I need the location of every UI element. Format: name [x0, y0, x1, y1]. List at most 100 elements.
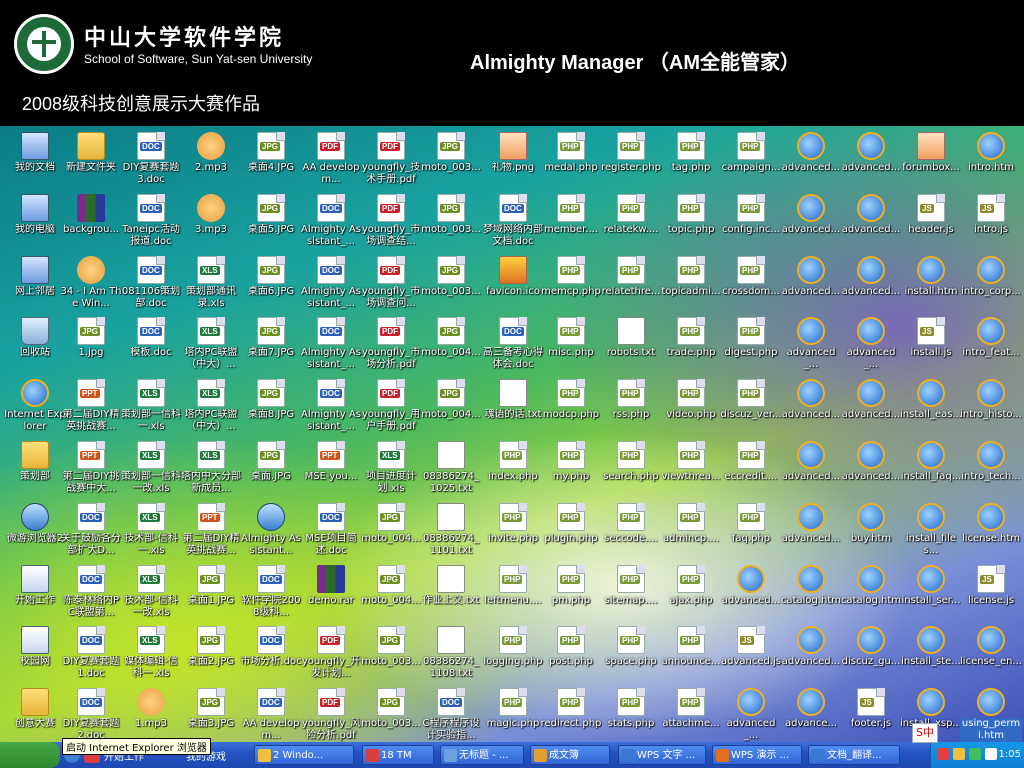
desktop-icon[interactable]: install_eas...	[900, 377, 962, 439]
desktop-icon[interactable]: license.htm	[960, 501, 1022, 563]
desktop-icon[interactable]: PHP post.php	[540, 624, 602, 686]
desktop-icon[interactable]: JPG 桌面2.JPG	[180, 624, 242, 686]
desktop-icon[interactable]: PHP attachme...	[660, 686, 722, 742]
desktop-icon[interactable]: robots.txt	[600, 315, 662, 377]
desktop-icon[interactable]: forumbox...	[900, 130, 962, 192]
desktop-icon[interactable]: 我的电脑	[4, 192, 66, 254]
desktop-icon[interactable]: PHP medal.php	[540, 130, 602, 192]
desktop-icon[interactable]: JPG 桌面3.JPG	[180, 686, 242, 742]
desktop-icon[interactable]: PHP announce...	[660, 624, 722, 686]
desktop-icon[interactable]: PHP member....	[540, 192, 602, 254]
desktop-icon[interactable]: intro_feat...	[960, 315, 1022, 377]
desktop-icon[interactable]: intro_corp...	[960, 254, 1022, 316]
desktop-icon[interactable]: PHP ajax.php	[660, 563, 722, 625]
desktop-icon[interactable]: PHP memcp.php	[540, 254, 602, 316]
desktop-icon[interactable]: DOC 梦域网络内部文档.doc	[482, 192, 544, 254]
desktop-icon[interactable]: DOC DIY复赛套题3.doc	[120, 130, 182, 192]
desktop-icon[interactable]: DOC 陈泰林络内PC联盟第...	[60, 563, 122, 625]
desktop-icon[interactable]: catalog.htm	[840, 563, 902, 625]
desktop-icon[interactable]: PDF youngfly_风险分析.pdf	[300, 686, 362, 742]
desktop-icon[interactable]: backgrou...	[60, 192, 122, 254]
desktop-icon[interactable]: PHP invite.php	[482, 501, 544, 563]
desktop-icon[interactable]: DOC 关于鼓励各分部扩大D...	[60, 501, 122, 563]
desktop-icon[interactable]: PHP index.php	[482, 439, 544, 501]
desktop-icon[interactable]: PDF youngfly_技术手册.pdf	[360, 130, 422, 192]
desktop-icon[interactable]: JPG 桌面7.JPG	[240, 315, 302, 377]
desktop-icon[interactable]: advanced...	[840, 377, 902, 439]
desktop-icon[interactable]: 策划部	[4, 439, 66, 501]
desktop-icon[interactable]: JPG moto_004...	[360, 563, 422, 625]
desktop-icon[interactable]: advanced_...	[720, 686, 782, 742]
desktop-icon[interactable]: JPG 桌面4.JPG	[240, 130, 302, 192]
desktop-icon[interactable]: DOC AA developm...	[240, 686, 302, 742]
desktop-icon[interactable]: PHP sitemap....	[600, 563, 662, 625]
desktop-icon[interactable]: 2.mp3	[180, 130, 242, 192]
desktop-icon[interactable]: PHP rss.php	[600, 377, 662, 439]
desktop-icon[interactable]: JPG 桌面6.JPG	[240, 254, 302, 316]
desktop-icon[interactable]: advanced...	[780, 377, 842, 439]
tray-volume-icon[interactable]	[985, 748, 997, 760]
desktop-icon[interactable]: PHP stats.php	[600, 686, 662, 742]
desktop-icon[interactable]: PHP admincp....	[660, 501, 722, 563]
desktop-icon[interactable]: advanced...	[780, 254, 842, 316]
desktop-icon[interactable]: advanced...	[720, 563, 782, 625]
desktop-icon[interactable]: DOC Almighty Assistant_...	[300, 192, 362, 254]
desktop-icon[interactable]: 08386274_1108.txt	[420, 624, 482, 686]
desktop-icon[interactable]: XLS 策划部通讯录.xls	[180, 254, 242, 316]
desktop-icon[interactable]: 作业上交.txt	[420, 563, 482, 625]
taskbar-window-button[interactable]: 18 TM	[362, 745, 434, 765]
desktop-icon[interactable]: demo.rar	[300, 563, 362, 625]
desktop-icon[interactable]: JS intro.js	[960, 192, 1022, 254]
desktop-icon[interactable]: PHP logging.php	[482, 624, 544, 686]
desktop-icon[interactable]: PHP plugin.php	[540, 501, 602, 563]
desktop-icon[interactable]: 08386274_1101.txt	[420, 501, 482, 563]
desktop-icon[interactable]: JPG 1.jpg	[60, 315, 122, 377]
desktop-icon[interactable]: 创意大赛	[4, 686, 66, 742]
desktop-icon[interactable]: using_permi.htm	[960, 686, 1022, 742]
desktop-icon[interactable]: 礼物.png	[482, 130, 544, 192]
desktop-icon[interactable]: PHP crossdom...	[720, 254, 782, 316]
desktop-icon[interactable]: advanced_...	[840, 315, 902, 377]
desktop-icon[interactable]: XLS 项目进度计划.xls	[360, 439, 422, 501]
desktop-icon[interactable]: advanced...	[780, 130, 842, 192]
desktop-icon[interactable]: 34 - I Am The Win...	[60, 254, 122, 316]
tray-antivirus-icon[interactable]	[937, 748, 949, 760]
desktop-icon[interactable]: PHP relatekw....	[600, 192, 662, 254]
desktop-icon[interactable]: advanced...	[840, 192, 902, 254]
desktop-icon[interactable]: advanced_...	[780, 315, 842, 377]
desktop-icon[interactable]: advance...	[780, 686, 842, 742]
desktop-icon[interactable]: PDF youngfly_用户手册.pdf	[360, 377, 422, 439]
desktop-icon[interactable]: JPG moto_004...	[360, 501, 422, 563]
desktop-icon[interactable]: PDF youngfly_市场调查结...	[360, 192, 422, 254]
desktop[interactable]: 我的文档 我的电脑 网上邻居 回收站 Internet Explorer 策划部 微游浏览器…	[0, 126, 1024, 742]
desktop-icon[interactable]: PHP space.php	[600, 624, 662, 686]
desktop-icon[interactable]: buy.htm	[840, 501, 902, 563]
desktop-icon[interactable]: advanced...	[780, 501, 842, 563]
desktop-icon[interactable]: advanced...	[840, 130, 902, 192]
desktop-icon[interactable]: DOC 软件学院2008级科...	[240, 563, 302, 625]
desktop-icon[interactable]: DOC Almighty Assistant_...	[300, 254, 362, 316]
desktop-icon[interactable]: DOC Almighty Assistant_...	[300, 315, 362, 377]
desktop-icon[interactable]: advanced...	[780, 624, 842, 686]
desktop-icon[interactable]: PHP topic.php	[660, 192, 722, 254]
desktop-icon[interactable]: JPG moto_003...	[360, 686, 422, 742]
desktop-icon[interactable]: PHP modcp.php	[540, 377, 602, 439]
desktop-icon[interactable]: JPG moto_003...	[420, 192, 482, 254]
desktop-icon[interactable]: Almighty Assistant...	[240, 501, 302, 563]
desktop-icon[interactable]: install_faq...	[900, 439, 962, 501]
desktop-icon[interactable]: install_files...	[900, 501, 962, 563]
desktop-icon[interactable]: DOC DIY复赛套题1.doc	[60, 624, 122, 686]
desktop-icon[interactable]: 08386274_1025.txt	[420, 439, 482, 501]
desktop-icon[interactable]: DOC 081106策划部.doc	[120, 254, 182, 316]
tray-qq-icon[interactable]	[953, 748, 965, 760]
taskbar-window-button[interactable]: 无标题 - ...	[440, 745, 524, 765]
desktop-icon[interactable]: PHP misc.php	[540, 315, 602, 377]
desktop-icon[interactable]: 魂语的话.txt	[482, 377, 544, 439]
desktop-icon[interactable]: intro_tech...	[960, 439, 1022, 501]
desktop-icon[interactable]: XLS 技术部-信科一改.xls	[120, 563, 182, 625]
desktop-icon[interactable]: PHP pm.php	[540, 563, 602, 625]
desktop-icon[interactable]: 1.mp3	[120, 686, 182, 742]
desktop-icon[interactable]: PDF youngfly_开发计划...	[300, 624, 362, 686]
desktop-icon[interactable]: PHP digest.php	[720, 315, 782, 377]
desktop-icon[interactable]: JPG 桌面.JPG	[240, 439, 302, 501]
